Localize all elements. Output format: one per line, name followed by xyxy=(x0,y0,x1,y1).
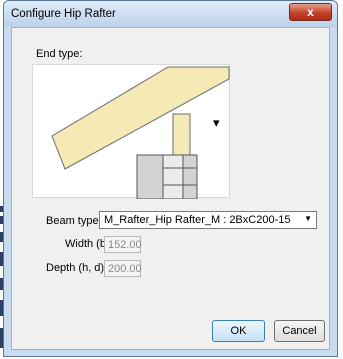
rafter-shape xyxy=(51,66,230,170)
title-bar[interactable]: Configure Hip Rafter x xyxy=(4,1,337,27)
end-type-dropdown-icon[interactable]: ▾ xyxy=(213,116,220,131)
post-shape xyxy=(172,113,191,156)
dialog-title: Configure Hip Rafter xyxy=(11,8,116,20)
chevron-down-icon: ▼ xyxy=(304,214,312,223)
beam-section-shape xyxy=(136,154,198,200)
depth-label: Depth (h, d) xyxy=(46,262,105,274)
hip-rafter-end-diagram: ▾ xyxy=(51,66,230,200)
end-type-preview[interactable]: ▾ xyxy=(32,64,230,200)
close-icon: x xyxy=(307,5,314,19)
end-type-label: End type: xyxy=(36,48,83,60)
beam-type-value: M_Rafter_Hip Rafter_M : 2BxC200-15 xyxy=(104,214,291,226)
dialog-body: End type: ▾ Beam type: M_Rafter_Hip Raft… xyxy=(11,27,330,350)
configure-hip-rafter-dialog: Configure Hip Rafter x End type: ▾ Beam … xyxy=(3,0,338,357)
width-label: Width (b) xyxy=(65,238,110,250)
beam-type-select[interactable]: M_Rafter_Hip Rafter_M : 2BxC200-15 ▼ xyxy=(99,211,317,229)
beam-type-label: Beam type: xyxy=(46,215,102,227)
close-button[interactable]: x xyxy=(289,3,332,21)
cancel-button[interactable]: Cancel xyxy=(274,320,325,342)
ok-button[interactable]: OK xyxy=(212,320,265,342)
width-field[interactable]: 152.00 xyxy=(104,236,142,253)
depth-field[interactable]: 200.00 xyxy=(104,260,142,277)
